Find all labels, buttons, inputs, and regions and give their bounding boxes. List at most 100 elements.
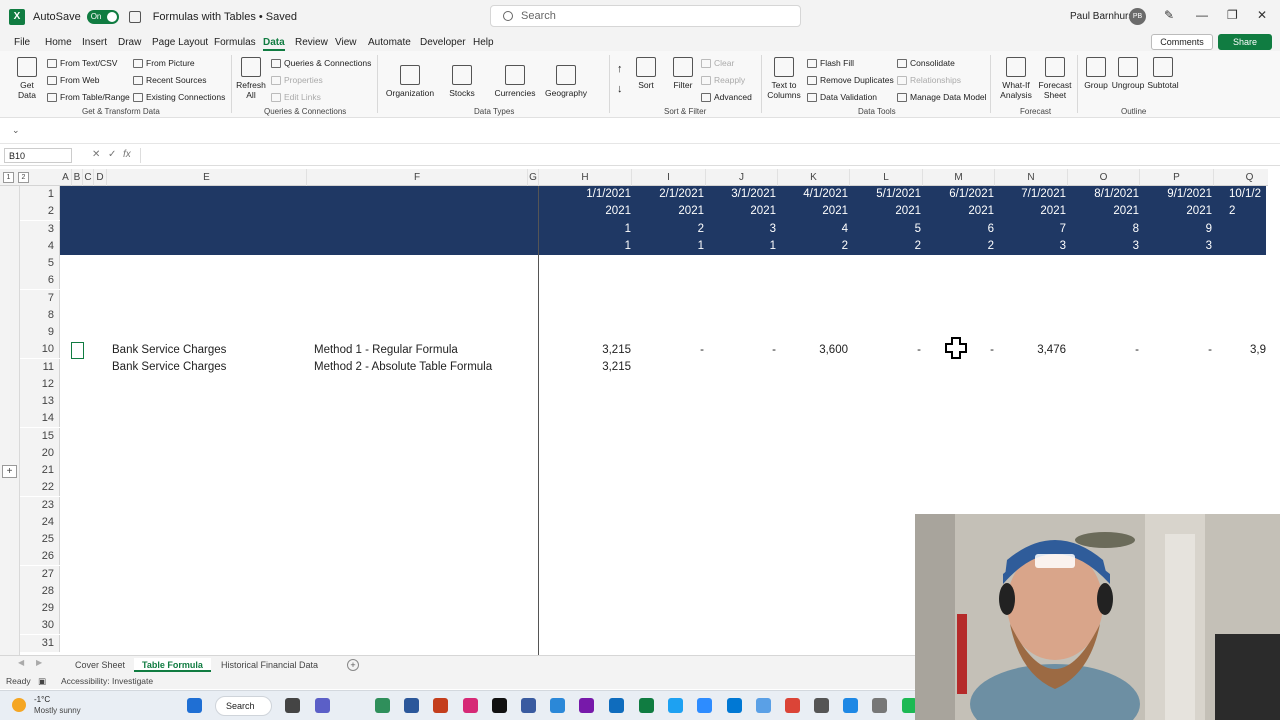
header-band-cell[interactable]: 8/1/2021 (1059, 186, 1139, 203)
selected-cell-b10[interactable] (71, 342, 84, 359)
outlook-icon[interactable] (609, 698, 624, 713)
header-band-cell[interactable]: 5/1/2021 (841, 186, 921, 203)
recent-sources-button[interactable]: Recent Sources (133, 75, 206, 85)
column-header[interactable]: Q (1214, 169, 1268, 186)
header-band-cell[interactable]: 4/1/2021 (768, 186, 848, 203)
row-header[interactable]: 7 (20, 289, 60, 307)
row-header[interactable]: 31 (20, 634, 60, 652)
account-cell[interactable]: Bank Service Charges (112, 359, 226, 376)
tab-view[interactable]: View (335, 37, 357, 48)
row-header[interactable]: 5 (20, 255, 60, 272)
column-header[interactable]: H (539, 169, 632, 186)
subtotal-button[interactable]: Subtotal (1146, 57, 1180, 90)
outline-level-2[interactable]: 2 (18, 172, 29, 183)
tab-insert[interactable]: Insert (82, 37, 107, 48)
header-band-cell[interactable]: 10/1/2 (1229, 186, 1268, 203)
avatar[interactable]: PB (1129, 8, 1146, 25)
add-sheet-button[interactable]: + (347, 659, 359, 671)
text-to-columns-button[interactable]: Text to Columns (766, 57, 802, 100)
consolidate-button[interactable]: Consolidate (897, 58, 955, 68)
taskbar-search[interactable]: Search (215, 696, 272, 716)
close-icon[interactable]: ✕ (1257, 8, 1267, 22)
tab-formulas[interactable]: Formulas (214, 37, 256, 48)
tab-home[interactable]: Home (45, 37, 72, 48)
stocks-button[interactable]: Stocks (445, 65, 479, 98)
header-band-cell[interactable]: 1 (551, 221, 631, 238)
value-cell[interactable] (914, 359, 994, 376)
tab-developer[interactable]: Developer (420, 37, 466, 48)
header-band-cell[interactable]: 9/1/2021 (1132, 186, 1212, 203)
snipping-icon[interactable] (872, 698, 887, 713)
header-band-cell[interactable]: 1 (551, 238, 631, 255)
teams-icon[interactable] (315, 698, 330, 713)
column-header[interactable]: B (72, 169, 83, 186)
from-web-button[interactable]: From Web (47, 75, 100, 85)
row-header[interactable]: 30 (20, 617, 60, 635)
column-header[interactable]: D (94, 169, 107, 186)
row-header[interactable]: 20 (20, 444, 60, 462)
header-band-cell[interactable]: 2 (1229, 203, 1268, 220)
browser-icon[interactable] (375, 698, 390, 713)
column-header[interactable]: K (778, 169, 850, 186)
quick-access-dropdown-icon[interactable]: ⌄ (12, 125, 20, 136)
refresh-all-button[interactable]: Refresh All (235, 57, 267, 100)
header-band-cell[interactable]: 3/1/2021 (696, 186, 776, 203)
start-icon[interactable] (187, 698, 202, 713)
row-header[interactable]: 12 (20, 375, 60, 393)
row-header[interactable]: 27 (20, 565, 60, 583)
value-cell[interactable] (696, 359, 776, 376)
header-band-cell[interactable]: 2021 (1132, 203, 1212, 220)
header-band-cell[interactable]: 2 (841, 238, 921, 255)
row-header[interactable]: 21 (20, 462, 60, 479)
user-name[interactable]: Paul Barnhurst (1070, 11, 1136, 22)
relationships-button[interactable]: Relationships (897, 75, 961, 85)
accessibility-status[interactable]: Accessibility: Investigate (61, 676, 153, 686)
header-band-cell[interactable]: 3 (1059, 238, 1139, 255)
value-cell[interactable]: 3,215 (551, 359, 631, 376)
comments-button[interactable]: Comments (1151, 34, 1213, 50)
column-header[interactable]: M (923, 169, 995, 186)
row-header[interactable]: 9 (20, 324, 60, 341)
value-cell[interactable]: - (841, 342, 921, 359)
properties-button[interactable]: Properties (271, 75, 323, 85)
column-header[interactable]: F (307, 169, 528, 186)
zoom-icon[interactable] (697, 698, 712, 713)
clear-button[interactable]: Clear (701, 58, 734, 68)
header-band-cell[interactable]: 5 (841, 221, 921, 238)
row-header[interactable]: 25 (20, 531, 60, 548)
sheet-tab-table-formula[interactable]: Table Formula (134, 658, 211, 672)
header-band-cell[interactable]: 3 (1132, 238, 1212, 255)
value-cell[interactable]: 3,476 (986, 342, 1066, 359)
row-header[interactable]: 24 (20, 513, 60, 531)
header-band-cell[interactable]: 2021 (841, 203, 921, 220)
header-band-cell[interactable]: 2 (768, 238, 848, 255)
header-band-cell[interactable]: 4 (768, 221, 848, 238)
column-header[interactable]: A (60, 169, 72, 186)
header-band-cell[interactable]: 2021 (914, 203, 994, 220)
header-band-cell[interactable]: 6 (914, 221, 994, 238)
app-icon[interactable] (521, 698, 536, 713)
expand-group-button[interactable]: + (2, 465, 17, 478)
header-band-cell[interactable]: 7/1/2021 (986, 186, 1066, 203)
header-band-cell[interactable]: 2021 (768, 203, 848, 220)
ungroup-button[interactable]: Ungroup (1111, 57, 1145, 90)
row-header[interactable]: 4 (20, 237, 60, 255)
row-header[interactable]: 13 (20, 393, 60, 410)
prev-sheet-icon[interactable]: ◀ (18, 658, 24, 667)
row-header[interactable]: 11 (20, 358, 60, 376)
save-icon[interactable] (128, 10, 141, 23)
task-view-icon[interactable] (285, 698, 300, 713)
header-band-cell[interactable]: 6/1/2021 (914, 186, 994, 203)
tab-page-layout[interactable]: Page Layout (152, 37, 208, 48)
sheet-tab-cover-sheet[interactable]: Cover Sheet (67, 658, 133, 672)
from-picture-button[interactable]: From Picture (133, 58, 195, 68)
todo-icon[interactable] (550, 698, 565, 713)
filter-button[interactable]: Filter (669, 57, 697, 90)
header-band-cell[interactable]: 3 (696, 221, 776, 238)
manage-data-model-button[interactable]: Manage Data Model (897, 92, 987, 102)
tab-draw[interactable]: Draw (118, 37, 141, 48)
header-band-cell[interactable]: 2 (914, 238, 994, 255)
column-header[interactable]: P (1140, 169, 1214, 186)
header-band-cell[interactable]: 1/1/2021 (551, 186, 631, 203)
search-box[interactable]: Search (490, 5, 801, 27)
